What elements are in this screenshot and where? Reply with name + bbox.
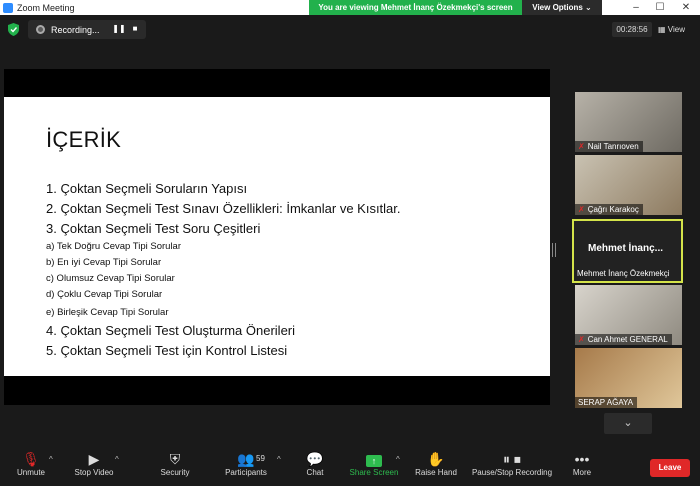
participant-name: Can Ahmet GENERAL	[587, 335, 668, 344]
unmute-button[interactable]: 🎙 Unmute	[12, 446, 50, 486]
maximize-icon[interactable]: ☐	[648, 0, 672, 15]
meeting-topbar: Recording... ❚❚ ■	[0, 15, 700, 45]
participant-name: SERAP AĞAYA	[578, 398, 634, 407]
chevron-down-icon: ⌄	[623, 417, 633, 429]
grid-icon: ▦	[658, 25, 666, 34]
participant-name-large: Mehmet İnanç...	[587, 243, 663, 254]
share-screen-button[interactable]: ↑ Share Screen	[348, 446, 400, 486]
list-item: e) Birleşik Cevap Tipi Sorular	[46, 307, 169, 318]
recording-indicator: Recording... ❚❚ ■	[28, 20, 146, 39]
list-item: b) En iyi Cevap Tipi Sorular	[46, 257, 162, 268]
list-item: 5. Çoktan Seçmeli Test için Kontrol List…	[46, 343, 288, 358]
chat-icon: 💬	[306, 451, 324, 467]
meeting-toolbar: 🎙 Unmute ^ ▶ Stop Video ^ ⛨ Security 👥 P…	[0, 446, 700, 486]
minimize-icon[interactable]: –	[624, 0, 648, 15]
stop-video-button[interactable]: ▶ Stop Video	[68, 446, 120, 486]
pause-recording-icon: ⏸ ⏹	[503, 451, 521, 467]
more-button[interactable]: ••• More	[566, 446, 598, 486]
view-label: View	[667, 25, 685, 34]
stop-icon[interactable]: ■	[128, 22, 142, 36]
list-item: d) Çoklu Cevap Tipi Sorular	[46, 289, 163, 300]
leave-button[interactable]: Leave	[650, 459, 690, 477]
viewing-screen-banner: You are viewing Mehmet İnanç Özekmekçi's…	[309, 0, 522, 15]
pause-icon[interactable]: ❚❚	[112, 22, 126, 36]
chevron-up-icon[interactable]: ^	[115, 455, 119, 464]
window-title: Zoom Meeting	[17, 2, 75, 13]
participants-button[interactable]: 👥 Participants	[220, 446, 272, 486]
video-icon: ▶	[88, 451, 100, 467]
participant-video-tile[interactable]: ✗ Çağrı Karakoç	[575, 155, 682, 215]
list-item: 3. Çoktan Seçmeli Test Soru Çeşitleri	[46, 221, 261, 236]
list-item: 2. Çoktan Seçmeli Test Sınavı Özellikler…	[46, 201, 401, 216]
participant-name: Mehmet İnanç Özekmekçi	[577, 269, 670, 278]
security-button[interactable]: ⛨ Security	[156, 446, 194, 486]
security-icon: ⛨	[169, 451, 181, 467]
hand-icon: ✋	[427, 451, 445, 467]
meeting-timer: 00:28:56	[612, 22, 652, 37]
shield-icon[interactable]	[8, 23, 19, 36]
slide-content-list: 1. Çoktan Seçmeli Soruların Yapısı 2. Ço…	[46, 179, 401, 361]
view-button[interactable]: ▦ View	[658, 22, 694, 37]
mic-muted-icon: ✗	[578, 142, 585, 151]
record-icon	[36, 25, 45, 34]
chevron-up-icon[interactable]: ^	[396, 455, 400, 464]
slide-title: İÇERİK	[46, 127, 122, 152]
raise-hand-button[interactable]: ✋ Raise Hand	[414, 446, 458, 486]
mic-muted-icon: ✗	[578, 335, 585, 344]
recording-label: Recording...	[51, 24, 100, 35]
participant-name: Çağrı Karakoç	[587, 205, 639, 214]
chat-button[interactable]: 💬 Chat	[300, 446, 330, 486]
participant-video-tile-active[interactable]: Mehmet İnanç... Mehmet İnanç Özekmekçi	[572, 219, 683, 283]
shared-screen: İÇERİK 1. Çoktan Seçmeli Soruların Yapıs…	[4, 69, 550, 405]
participant-name: Nail Tanrıoven	[587, 142, 639, 151]
participant-video-tile[interactable]: SERAP AĞAYA	[575, 348, 682, 408]
list-item: 4. Çoktan Seçmeli Test Oluşturma Önerile…	[46, 323, 296, 338]
scroll-down-button[interactable]: ⌄	[604, 413, 652, 434]
panel-resize-handle[interactable]	[552, 243, 556, 257]
list-item: 1. Çoktan Seçmeli Soruların Yapısı	[46, 181, 248, 196]
chevron-up-icon[interactable]: ^	[49, 455, 53, 464]
list-item: a) Tek Doğru Cevap Tipi Sorular	[46, 241, 181, 252]
participant-video-tile[interactable]: ✗ Nail Tanrıoven	[575, 92, 682, 152]
participant-video-tile[interactable]: ✗ Can Ahmet GENERAL	[575, 285, 682, 345]
mic-muted-icon: ✗	[578, 205, 585, 214]
pause-stop-recording-button[interactable]: ⏸ ⏹ Pause/Stop Recording	[470, 446, 554, 486]
participants-count: 59	[256, 454, 265, 463]
zoom-app-icon	[3, 2, 13, 13]
close-icon[interactable]: ✕	[674, 0, 698, 15]
presentation-slide: İÇERİK 1. Çoktan Seçmeli Soruların Yapıs…	[4, 97, 550, 376]
share-icon: ↑	[348, 446, 400, 468]
mic-muted-icon: 🎙	[22, 451, 40, 467]
chevron-up-icon[interactable]: ^	[277, 455, 281, 464]
view-options-button[interactable]: View Options ⌄	[522, 0, 602, 15]
list-item: c) Olumsuz Cevap Tipi Sorular	[46, 273, 175, 284]
more-icon: •••	[574, 451, 590, 467]
